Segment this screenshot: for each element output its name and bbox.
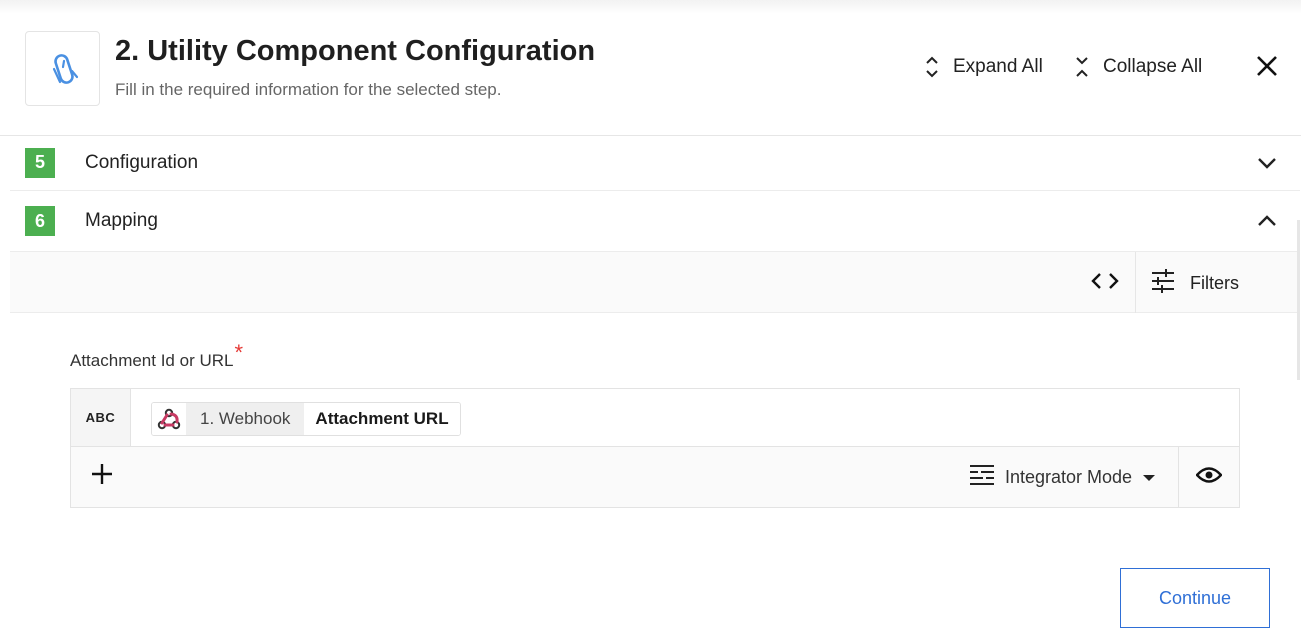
field-label-text: Attachment Id or URL (70, 351, 234, 370)
expand-all-button[interactable]: Expand All (921, 54, 1043, 80)
toolbar-divider (1135, 252, 1136, 313)
close-icon (1255, 54, 1279, 83)
pill-step-label: 1. Webhook (186, 403, 305, 435)
mode-lines-icon (969, 464, 995, 491)
preview-button[interactable] (1195, 463, 1223, 491)
sliders-icon (1150, 268, 1176, 298)
chevron-up-icon (1256, 210, 1278, 232)
expand-icon (921, 54, 943, 80)
section-label: Mapping (85, 210, 158, 231)
section-mapping[interactable]: 6 Mapping (10, 191, 1300, 252)
field-label: Attachment Id or URL* (70, 340, 243, 372)
actions-divider (1178, 447, 1179, 507)
collapse-all-label: Collapse All (1103, 56, 1203, 77)
field-value-area[interactable]: 1. Webhook Attachment URL (131, 389, 1239, 447)
field-actions-bar: Integrator Mode (71, 447, 1239, 507)
eye-icon (1195, 466, 1223, 489)
code-icon (1091, 271, 1119, 296)
filters-button[interactable]: Filters (1150, 268, 1239, 298)
utility-knife-icon (25, 31, 100, 106)
mapping-field: ABC 1. Webhook Attachment URL Integrator… (70, 388, 1240, 508)
step-badge: 6 (25, 206, 55, 236)
mapped-value-pill[interactable]: 1. Webhook Attachment URL (151, 402, 461, 436)
page-title: 2. Utility Component Configuration (115, 35, 596, 67)
field-type-badge: ABC (71, 389, 131, 447)
section-label: Configuration (85, 151, 199, 173)
close-button[interactable] (1253, 54, 1281, 82)
continue-button[interactable]: Continue (1120, 568, 1270, 628)
page-subtitle: Fill in the required information for the… (115, 80, 502, 99)
mapping-toolbar: Filters (10, 252, 1300, 313)
required-marker: * (234, 340, 244, 365)
code-view-button[interactable] (1090, 268, 1120, 298)
chevron-down-icon (1256, 152, 1278, 174)
section-configuration[interactable]: 5 Configuration (10, 135, 1300, 191)
integrator-mode-dropdown[interactable]: Integrator Mode (969, 463, 1156, 491)
filters-label: Filters (1190, 272, 1239, 293)
step-badge: 5 (25, 147, 55, 178)
plus-icon (90, 462, 114, 491)
caret-down-icon (1142, 467, 1156, 488)
add-value-button[interactable] (89, 463, 115, 489)
modal-header: 2. Utility Component Configuration Fill … (0, 14, 1301, 136)
expand-all-label: Expand All (953, 56, 1043, 77)
integrator-mode-label: Integrator Mode (1005, 466, 1133, 487)
top-shadow (0, 0, 1301, 14)
collapse-icon (1071, 54, 1093, 80)
pill-field-label: Attachment URL (304, 403, 460, 435)
webhook-icon (152, 403, 186, 435)
collapse-all-button[interactable]: Collapse All (1071, 54, 1202, 80)
scrollbar[interactable] (1297, 220, 1300, 380)
